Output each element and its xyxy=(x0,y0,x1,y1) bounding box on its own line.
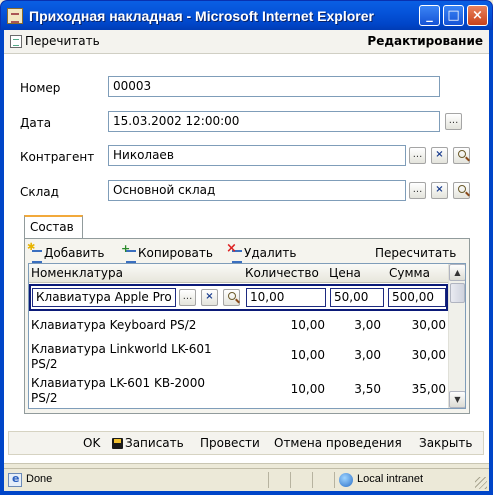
row-quantity: 10,00 xyxy=(290,318,325,332)
edit-quantity-field[interactable]: 10,00 xyxy=(246,288,326,307)
row-sum: 30,00 xyxy=(411,318,446,332)
row-item-name-cont: PS/2 xyxy=(31,391,58,405)
edit-sum-field[interactable]: 500,00 xyxy=(388,288,446,307)
window-title: Приходная накладная - Microsoft Internet… xyxy=(29,8,374,24)
minimize-button[interactable]: _ xyxy=(419,5,440,26)
warehouse-select-button[interactable]: ... xyxy=(409,182,426,199)
date-select-button[interactable]: ... xyxy=(445,113,462,130)
magnifier-icon xyxy=(227,292,236,300)
row-item-name: Клавиатура Linkworld LK-601 xyxy=(31,342,212,356)
save-label: Записать xyxy=(125,436,184,450)
status-divider xyxy=(268,472,269,488)
counterparty-open-button[interactable] xyxy=(453,147,470,164)
globe-icon xyxy=(339,473,353,487)
counterparty-label: Контрагент xyxy=(20,150,95,164)
maximize-button[interactable]: □ xyxy=(443,5,464,26)
table-header: Номенклатура Количество Цена Сумма xyxy=(29,264,448,283)
window-frame-bottom xyxy=(0,491,493,495)
delete-row-button[interactable]: Удалить xyxy=(226,241,297,263)
post-button[interactable]: Провести xyxy=(200,436,260,450)
scroll-down-button[interactable]: ▼ xyxy=(449,391,465,408)
row-quantity: 10,00 xyxy=(290,348,325,362)
warehouse-open-button[interactable] xyxy=(453,182,470,199)
form-action-bar: OK Записать Провести Отмена проведения З… xyxy=(8,431,484,455)
document-form: Номер 00003 Дата 15.03.2002 12:00:00 ...… xyxy=(4,54,489,464)
warehouse-field[interactable]: Основной склад xyxy=(108,180,406,201)
col-price-header[interactable]: Цена xyxy=(329,266,361,280)
status-divider xyxy=(334,472,335,488)
edit-price-field[interactable]: 50,00 xyxy=(330,288,384,307)
window-frame-right xyxy=(489,30,493,495)
save-icon xyxy=(112,437,123,449)
number-label: Номер xyxy=(20,81,61,95)
table-edit-row: Клавиатура Apple Pro ... × 10,00 50,00 5… xyxy=(29,284,448,311)
add-row-button[interactable]: Добавить xyxy=(27,242,105,263)
mode-label: Редактирование xyxy=(367,34,483,48)
counterparty-select-button[interactable]: ... xyxy=(409,147,426,164)
table-toolbar: Добавить Копировать Удалить Пересчитать xyxy=(27,241,465,264)
save-button[interactable]: Записать xyxy=(112,436,184,450)
command-bar: Перечитать Редактирование xyxy=(4,30,489,54)
window-title-bar: Приходная накладная - Microsoft Internet… xyxy=(0,0,493,30)
row-sum: 30,00 xyxy=(411,348,446,362)
refresh-icon xyxy=(10,34,22,48)
table-scrollbar[interactable]: ▲ ▼ xyxy=(448,264,465,408)
counterparty-field[interactable]: Николаев xyxy=(108,145,406,166)
magnifier-icon xyxy=(457,150,466,158)
close-form-button[interactable]: Закрыть xyxy=(419,436,472,450)
warehouse-label: Склад xyxy=(20,185,59,199)
copy-row-label: Копировать xyxy=(138,246,213,260)
refresh-label: Перечитать xyxy=(25,34,100,48)
security-zone: Local intranet xyxy=(357,473,424,485)
scroll-thumb[interactable] xyxy=(450,283,465,303)
row-price: 3,00 xyxy=(354,348,381,362)
status-divider xyxy=(290,472,291,488)
delete-row-label: Удалить xyxy=(244,246,297,260)
row-item-name: Клавиатура Keyboard PS/2 xyxy=(31,318,197,332)
document-icon xyxy=(7,8,23,24)
ie-page-icon xyxy=(8,472,22,487)
copy-row-button[interactable]: Копировать xyxy=(121,242,213,263)
status-text: Done xyxy=(26,473,53,485)
edit-item-open-button[interactable] xyxy=(223,289,240,306)
refresh-button[interactable]: Перечитать xyxy=(10,34,100,48)
date-field[interactable]: 15.03.2002 12:00:00 xyxy=(108,111,440,132)
row-item-name-cont: PS/2 xyxy=(31,357,58,371)
status-bar: Done Local intranet xyxy=(4,468,489,491)
date-label: Дата xyxy=(20,116,52,130)
edit-item-field[interactable]: Клавиатура Apple Pro xyxy=(32,288,176,307)
row-item-name: Клавиатура LK-601 KB-2000 xyxy=(31,376,205,390)
status-divider xyxy=(312,472,313,488)
col-item-header[interactable]: Номенклатура xyxy=(31,266,123,280)
recalculate-button[interactable]: Пересчитать xyxy=(375,246,456,260)
resize-grip[interactable] xyxy=(475,477,487,489)
composition-panel: Добавить Копировать Удалить Пересчитать … xyxy=(24,238,470,414)
add-row-label: Добавить xyxy=(44,246,105,260)
number-field[interactable]: 00003 xyxy=(108,76,440,97)
close-window-button[interactable]: × xyxy=(467,5,488,26)
copy-row-icon xyxy=(121,242,137,263)
delete-row-icon xyxy=(226,241,243,263)
row-price: 3,50 xyxy=(354,382,381,396)
tab-composition[interactable]: Состав xyxy=(24,215,83,239)
scroll-up-button[interactable]: ▲ xyxy=(449,264,465,281)
col-quantity-header[interactable]: Количество xyxy=(245,266,319,280)
row-sum: 35,00 xyxy=(411,382,446,396)
row-price: 3,00 xyxy=(354,318,381,332)
col-sum-header[interactable]: Сумма xyxy=(389,266,430,280)
warehouse-clear-button[interactable]: × xyxy=(431,182,448,199)
add-row-icon xyxy=(27,242,43,263)
items-table: Номенклатура Количество Цена Сумма Клави… xyxy=(28,263,466,409)
unpost-button[interactable]: Отмена проведения xyxy=(274,436,402,450)
magnifier-icon xyxy=(457,185,466,193)
row-quantity: 10,00 xyxy=(290,382,325,396)
edit-item-clear-button[interactable]: × xyxy=(201,289,218,306)
ok-button[interactable]: OK xyxy=(83,436,100,450)
counterparty-clear-button[interactable]: × xyxy=(431,147,448,164)
edit-item-select-button[interactable]: ... xyxy=(179,289,196,306)
